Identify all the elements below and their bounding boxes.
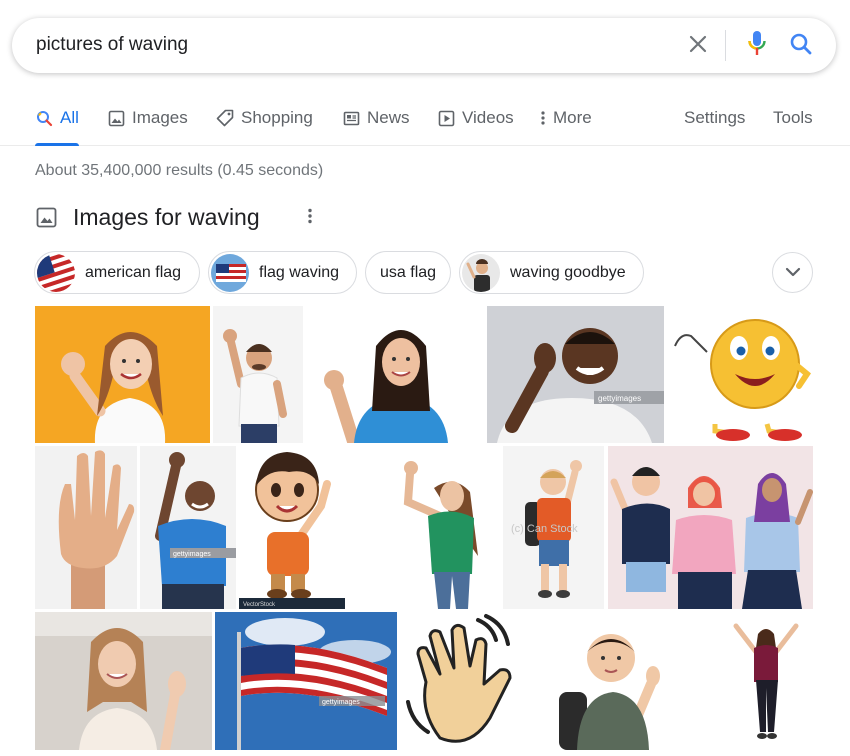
section-options-button[interactable] [300, 206, 320, 230]
search-icon [35, 109, 53, 127]
search-tabs: All Images Shopping News Videos More Set… [0, 100, 850, 146]
us-flag-thumbnail [211, 253, 249, 292]
image-icon [107, 109, 125, 127]
result-stats: About 35,400,000 results (0.45 seconds) [35, 162, 324, 179]
search-icon [789, 32, 813, 61]
close-icon [688, 34, 708, 59]
tab-label: News [367, 108, 410, 127]
dots-vertical-icon [538, 109, 548, 127]
images-section-header: Images for waving [35, 201, 260, 233]
image-result-boy-backpack-2[interactable] [539, 612, 717, 750]
watermark: VectorStock [243, 602, 276, 608]
chip-label: waving goodbye [510, 263, 626, 281]
us-flag-thumbnail [37, 253, 75, 292]
watermark: gettyimages [173, 551, 211, 558]
chip-label: american flag [85, 263, 182, 281]
tab-label: All [60, 108, 79, 127]
tools-link[interactable]: Tools [773, 108, 813, 146]
image-result-girl-waving-yellow[interactable] [35, 306, 210, 443]
image-result-woman-raised-arms[interactable] [720, 612, 813, 750]
chip-waving-goodbye[interactable]: waving goodbye [459, 251, 644, 294]
chevron-down-icon [785, 264, 801, 282]
tab-label: Images [132, 108, 188, 127]
tab-news[interactable]: News [342, 108, 410, 146]
image-result-woman-blue-shirt[interactable] [306, 306, 484, 443]
chip-american-flag[interactable]: american flag [34, 251, 200, 294]
tab-videos[interactable]: Videos [437, 108, 514, 146]
search-box: pictures of waving [12, 18, 836, 73]
tab-label: More [553, 108, 592, 127]
image-result-woman-green-shirt[interactable] [348, 446, 500, 609]
watermark: gettyimages [322, 699, 360, 706]
tab-more[interactable]: More [538, 108, 592, 146]
play-icon [437, 109, 455, 127]
search-divider [725, 30, 726, 61]
image-result-emoji-waving[interactable] [667, 306, 813, 443]
tab-all[interactable]: All [35, 108, 79, 146]
image-icon [35, 206, 57, 228]
chip-flag-waving[interactable]: flag waving [208, 251, 357, 294]
news-icon [342, 109, 360, 127]
watermark: gettyimages [598, 394, 641, 403]
image-result-man-white-shirt[interactable] [213, 306, 303, 443]
image-result-boy-backpack[interactable]: (c) Can Stock [503, 446, 604, 609]
search-input[interactable]: pictures of waving [36, 34, 188, 56]
image-result-us-flag-waving[interactable]: gettyimages [215, 612, 397, 750]
microphone-icon [747, 30, 767, 63]
image-result-boy-waving-grey[interactable]: gettyimages [487, 306, 664, 443]
tab-label: Videos [462, 108, 514, 127]
image-result-waving-hand-emoji[interactable] [400, 612, 536, 750]
image-result-woman-smiling[interactable] [35, 612, 212, 750]
tab-shopping[interactable]: Shopping [216, 108, 313, 146]
settings-link[interactable]: Settings [684, 108, 745, 146]
images-section-title: Images for waving [73, 203, 260, 230]
dots-vertical-icon [307, 207, 313, 230]
image-result-man-blue-shirt[interactable]: gettyimages [140, 446, 236, 609]
image-result-cartoon-group[interactable] [608, 446, 813, 609]
image-result-cartoon-boy[interactable]: VectorStock [239, 446, 345, 609]
chip-usa-flag[interactable]: usa flag [365, 251, 451, 294]
voice-search-button[interactable] [742, 30, 772, 62]
chip-label: usa flag [380, 263, 437, 281]
expand-chips-button[interactable] [772, 252, 813, 293]
chip-label: flag waving [259, 263, 340, 281]
tab-label: Shopping [241, 108, 313, 127]
image-result-open-hand[interactable] [35, 446, 137, 609]
child-waving-thumbnail [462, 253, 500, 292]
tab-images[interactable]: Images [107, 108, 188, 146]
search-submit-button[interactable] [786, 31, 816, 61]
watermark: (c) Can Stock [511, 523, 578, 535]
tag-icon [216, 109, 234, 127]
clear-button[interactable] [684, 32, 712, 60]
